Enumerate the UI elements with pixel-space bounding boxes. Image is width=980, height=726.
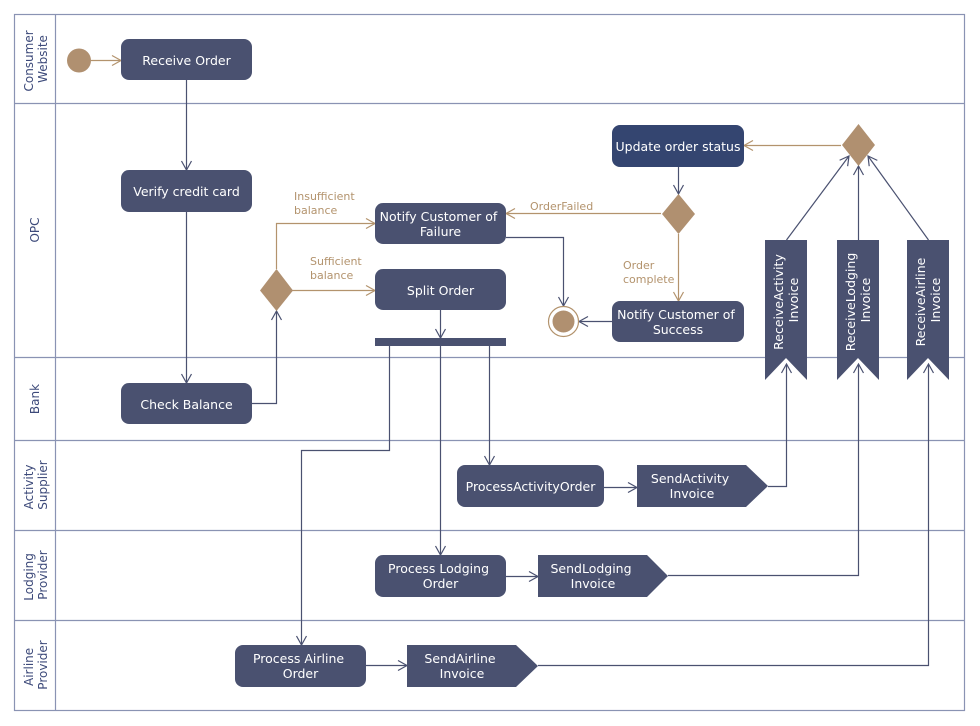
receive-airline-invoice[interactable]: ReceiveAirline Invoice — [907, 240, 949, 380]
decision-order-status[interactable] — [662, 194, 695, 234]
final-node[interactable] — [547, 305, 580, 338]
action-notify-success[interactable]: Notify Customer of Success — [612, 301, 744, 342]
action-split-order[interactable]: Split Order — [375, 269, 506, 310]
guard-insufficient-balance: Insufficient balance — [294, 190, 358, 217]
action-label: Split Order — [407, 283, 475, 298]
guard-order-failed: OrderFailed — [530, 200, 593, 213]
action-label: Update order status — [616, 139, 741, 154]
send-airline-invoice[interactable]: SendAirline Invoice — [407, 645, 538, 687]
send-lodging-invoice[interactable]: SendLodging Invoice — [538, 555, 668, 597]
action-verify-credit-card[interactable]: Verify credit card — [121, 170, 252, 212]
action-notify-failure[interactable]: Notify Customer of Failure — [375, 203, 506, 244]
lane-label-bank: Bank — [28, 384, 42, 414]
action-receive-order[interactable]: Receive Order — [121, 39, 252, 80]
action-process-activity-order[interactable]: ProcessActivityOrder — [457, 465, 604, 507]
lane-label-activity-supplier: Activity Supplier — [22, 460, 50, 510]
receive-lodging-invoice[interactable]: ReceiveLodging Invoice — [837, 240, 879, 380]
flow-receive-airline-to-merge — [867, 154, 929, 241]
action-label: Check Balance — [140, 397, 233, 412]
flow-failure-to-final — [506, 236, 570, 308]
action-check-balance[interactable]: Check Balance — [121, 383, 252, 424]
send-activity-invoice[interactable]: SendActivity Invoice — [637, 465, 768, 507]
flow-receive-activity-to-merge — [786, 155, 850, 241]
lane-label-lodging-provider: Lodging Provider — [22, 549, 50, 600]
decision-balance[interactable] — [260, 269, 293, 311]
action-label: Receive Order — [142, 53, 231, 68]
guard-order-complete: Order complete — [623, 259, 675, 286]
flow-fork-to-airline — [295, 346, 391, 647]
action-process-airline-order[interactable]: Process Airline Order — [235, 645, 366, 687]
initial-node[interactable] — [67, 48, 91, 73]
lane-label-opc: OPC — [28, 217, 42, 242]
action-update-order-status[interactable]: Update order status — [612, 125, 744, 167]
lane-label-consumer-website: Consumer Website — [22, 26, 50, 91]
action-label: Verify credit card — [133, 184, 240, 199]
guard-sufficient-balance: Sufficient balance — [310, 255, 365, 282]
action-label: ProcessActivityOrder — [466, 479, 597, 494]
action-process-lodging-order[interactable]: Process Lodging Order — [375, 555, 506, 597]
flow-send-activity-to-receive — [768, 362, 793, 488]
receive-activity-invoice[interactable]: ReceiveActivity Invoice — [765, 240, 807, 380]
lane-label-airline-provider: Airline Provider — [22, 640, 50, 689]
fork-bar[interactable] — [375, 338, 506, 346]
activity-diagram: Consumer Website OPC Bank Activity Suppl… — [13, 13, 966, 712]
final-node-core — [552, 310, 575, 333]
